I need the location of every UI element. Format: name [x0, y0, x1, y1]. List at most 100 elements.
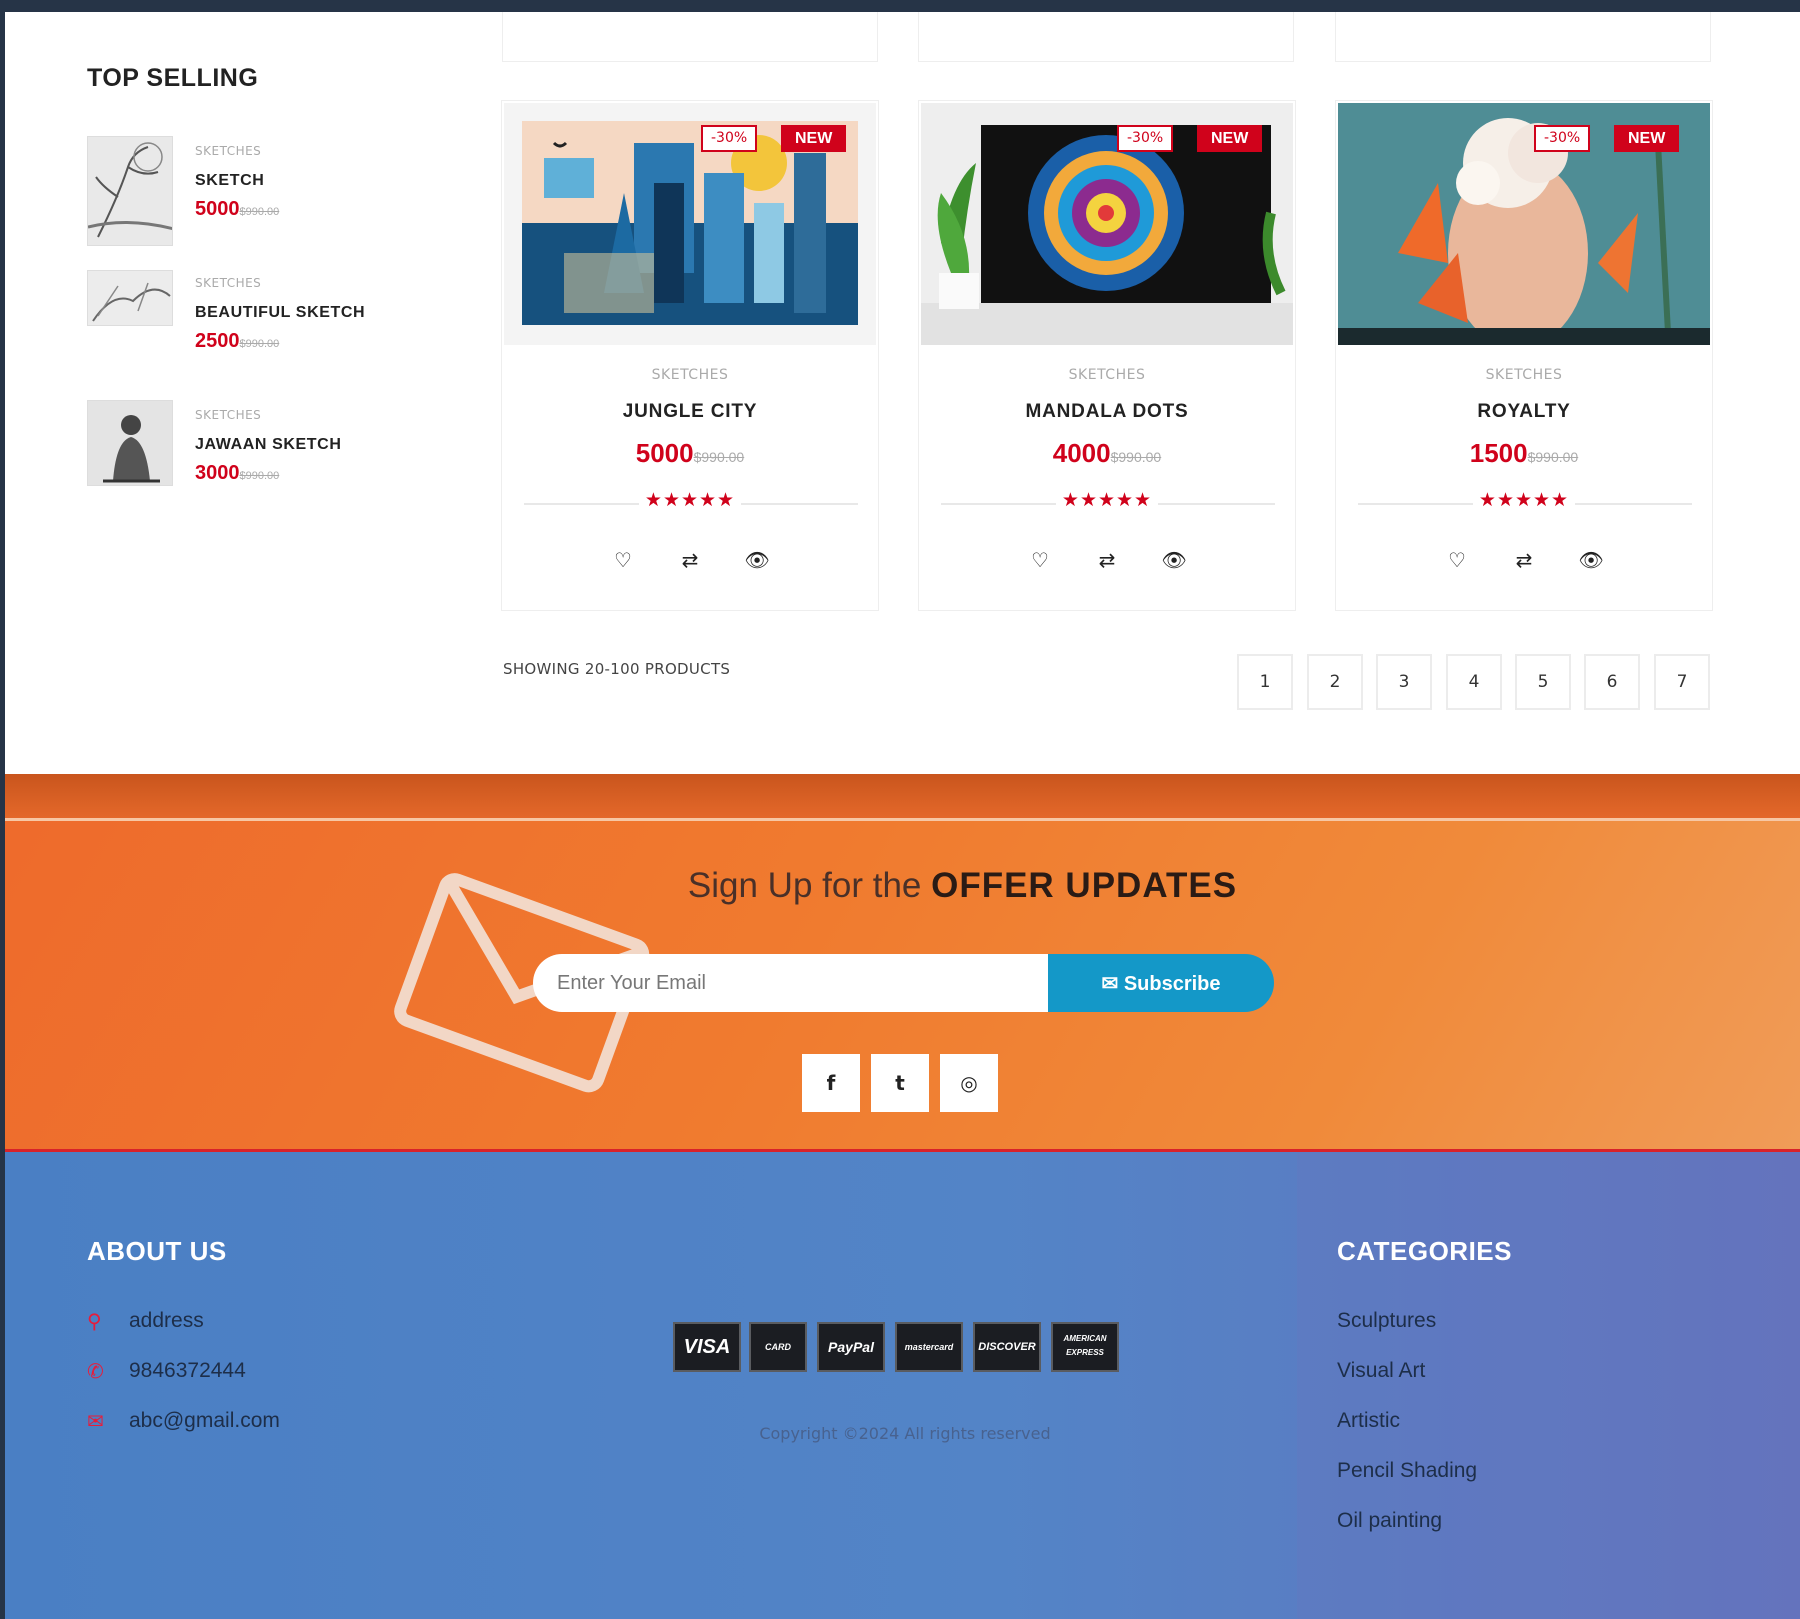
footer-category-link[interactable]: Oil painting [1337, 1509, 1442, 1533]
previous-product-card [502, 12, 878, 62]
page-button-5[interactable]: 5 [1515, 654, 1571, 710]
product-card[interactable]: -30% NEW SKETCHES MANDALA DOTS 4000$990.… [918, 100, 1296, 611]
email-text[interactable]: abc@gmail.com [129, 1409, 280, 1433]
product-price: 1500$990.00 [1469, 438, 1579, 468]
wishlist-heart-icon[interactable]: ♡ [1025, 547, 1055, 573]
footer-category-link[interactable]: Pencil Shading [1337, 1459, 1477, 1483]
mail-icon: ✉ [1101, 972, 1124, 995]
new-badge: NEW [1197, 125, 1263, 152]
site-footer: ABOUT US ⚲ address ✆ 9846372444 ✉ abc@gm… [5, 1152, 1800, 1619]
quick-view-eye-icon[interactable]: 👁 [1159, 547, 1189, 573]
card-actions: ♡ ⇄ 👁 [1336, 547, 1712, 577]
jawaan-sketch-thumbnail[interactable] [87, 400, 173, 486]
product-card[interactable]: -30% NEW SKETCHES JUNGLE CITY 5000$990.0… [501, 100, 879, 611]
american-express-icon: AMERICAN EXPRESS [1051, 1322, 1119, 1372]
quick-view-eye-icon[interactable]: 👁 [1576, 547, 1606, 573]
product-name[interactable]: ROYALTY [1336, 401, 1712, 423]
page-button-6[interactable]: 6 [1584, 654, 1640, 710]
card-actions: ♡ ⇄ 👁 [502, 547, 878, 577]
item-old-price: $990.00 [239, 206, 280, 218]
item-category: SKETCHES [195, 408, 262, 422]
discount-badge: -30% [1117, 125, 1174, 152]
discount-badge: -30% [701, 125, 758, 152]
item-price: 5000$990.00 [195, 198, 280, 220]
item-name[interactable]: BEAUTIFUL SKETCH [195, 304, 365, 322]
item-old-price: $990.00 [239, 470, 280, 482]
card-actions: ♡ ⇄ 👁 [919, 547, 1295, 577]
section-top-shade [5, 774, 1800, 818]
categories-column-shade [1297, 1152, 1800, 1619]
subscribe-button[interactable]: ✉ Subscribe [1048, 954, 1274, 1012]
product-name[interactable]: MANDALA DOTS [919, 401, 1295, 423]
top-selling-item[interactable]: SKETCHES BEAUTIFUL SKETCH 2500$990.00 [87, 268, 447, 388]
compare-arrows-icon[interactable]: ⇄ [1092, 547, 1122, 573]
instagram-icon[interactable]: ◎ [940, 1054, 998, 1112]
copyright-text: Copyright ©2024 All rights reserved [759, 1424, 1051, 1443]
rating-stars: ★★★★★ [1336, 489, 1712, 511]
item-category: SKETCHES [195, 276, 262, 290]
about-us-heading: ABOUT US [87, 1236, 227, 1266]
rating-stars: ★★★★★ [919, 489, 1295, 511]
wishlist-heart-icon[interactable]: ♡ [608, 547, 638, 573]
facebook-icon[interactable]: f [802, 1054, 860, 1112]
product-card[interactable]: -30% NEW SKETCHES ROYALTY 1500$990.00 ★★… [1335, 100, 1713, 611]
quick-view-eye-icon[interactable]: 👁 [742, 547, 772, 573]
new-badge: NEW [1614, 125, 1680, 152]
footer-category-link[interactable]: Sculptures [1337, 1309, 1436, 1333]
credit-card-icon: CARD [749, 1322, 807, 1372]
page-button-3[interactable]: 3 [1376, 654, 1432, 710]
product-old-price: $990.00 [1527, 449, 1579, 465]
beautiful-sketch-thumbnail[interactable] [87, 270, 173, 326]
item-old-price: $990.00 [239, 338, 280, 350]
location-pin-icon: ⚲ [87, 1309, 102, 1333]
item-price: 2500$990.00 [195, 330, 280, 352]
previous-product-card [918, 12, 1294, 62]
email-input[interactable] [533, 954, 1048, 1012]
paypal-icon: PayPal [817, 1322, 885, 1372]
top-selling-heading: TOP SELLING [87, 64, 259, 92]
product-old-price: $990.00 [1110, 449, 1162, 465]
top-selling-item[interactable]: SKETCHES SKETCH 5000$990.00 [87, 136, 447, 256]
item-price: 3000$990.00 [195, 462, 280, 484]
subscribe-form: ✉ Subscribe [533, 954, 1274, 1012]
product-image[interactable]: -30% NEW [504, 103, 876, 345]
product-price: 5000$990.00 [635, 438, 745, 468]
newsletter-section: Sign Up for the OFFER UPDATES ✉ Subscrib… [5, 774, 1800, 1152]
address-text: address [129, 1309, 204, 1332]
newsletter-heading: Sign Up for the OFFER UPDATES [687, 866, 1238, 905]
product-price: 4000$990.00 [1052, 438, 1162, 468]
visa-icon: VISA [673, 1322, 741, 1372]
compare-arrows-icon[interactable]: ⇄ [1509, 547, 1539, 573]
previous-product-card [1335, 12, 1711, 62]
sketch-thumbnail[interactable] [87, 136, 173, 246]
section-divider-line [5, 818, 1800, 821]
footer-category-link[interactable]: Visual Art [1337, 1359, 1425, 1383]
page-button-2[interactable]: 2 [1307, 654, 1363, 710]
twitter-icon[interactable]: t [871, 1054, 929, 1112]
results-count: SHOWING 20-100 PRODUCTS [503, 660, 731, 678]
discover-icon: DISCOVER [973, 1322, 1041, 1372]
item-category: SKETCHES [195, 144, 262, 158]
product-category: SKETCHES [1485, 367, 1563, 383]
page-button-7[interactable]: 7 [1654, 654, 1710, 710]
compare-arrows-icon[interactable]: ⇄ [675, 547, 705, 573]
page-button-1[interactable]: 1 [1237, 654, 1293, 710]
page-button-4[interactable]: 4 [1446, 654, 1502, 710]
wishlist-heart-icon[interactable]: ♡ [1442, 547, 1472, 573]
item-name[interactable]: JAWAAN SKETCH [195, 436, 341, 454]
rating-stars: ★★★★★ [502, 489, 878, 511]
new-badge: NEW [781, 125, 847, 152]
product-image[interactable]: -30% NEW [1338, 103, 1710, 345]
phone-text[interactable]: 9846372444 [129, 1359, 246, 1383]
item-name[interactable]: SKETCH [195, 172, 264, 190]
footer-category-link[interactable]: Artistic [1337, 1409, 1400, 1433]
product-name[interactable]: JUNGLE CITY [502, 401, 878, 423]
top-edge-bar [0, 0, 1800, 12]
phone-icon: ✆ [87, 1359, 104, 1383]
mastercard-icon: mastercard [895, 1322, 963, 1372]
product-category: SKETCHES [1068, 367, 1146, 383]
top-selling-item[interactable]: SKETCHES JAWAAN SKETCH 3000$990.00 [87, 400, 447, 520]
email-icon: ✉ [87, 1409, 104, 1433]
categories-heading: CATEGORIES [1337, 1236, 1512, 1266]
product-image[interactable]: -30% NEW [921, 103, 1293, 345]
